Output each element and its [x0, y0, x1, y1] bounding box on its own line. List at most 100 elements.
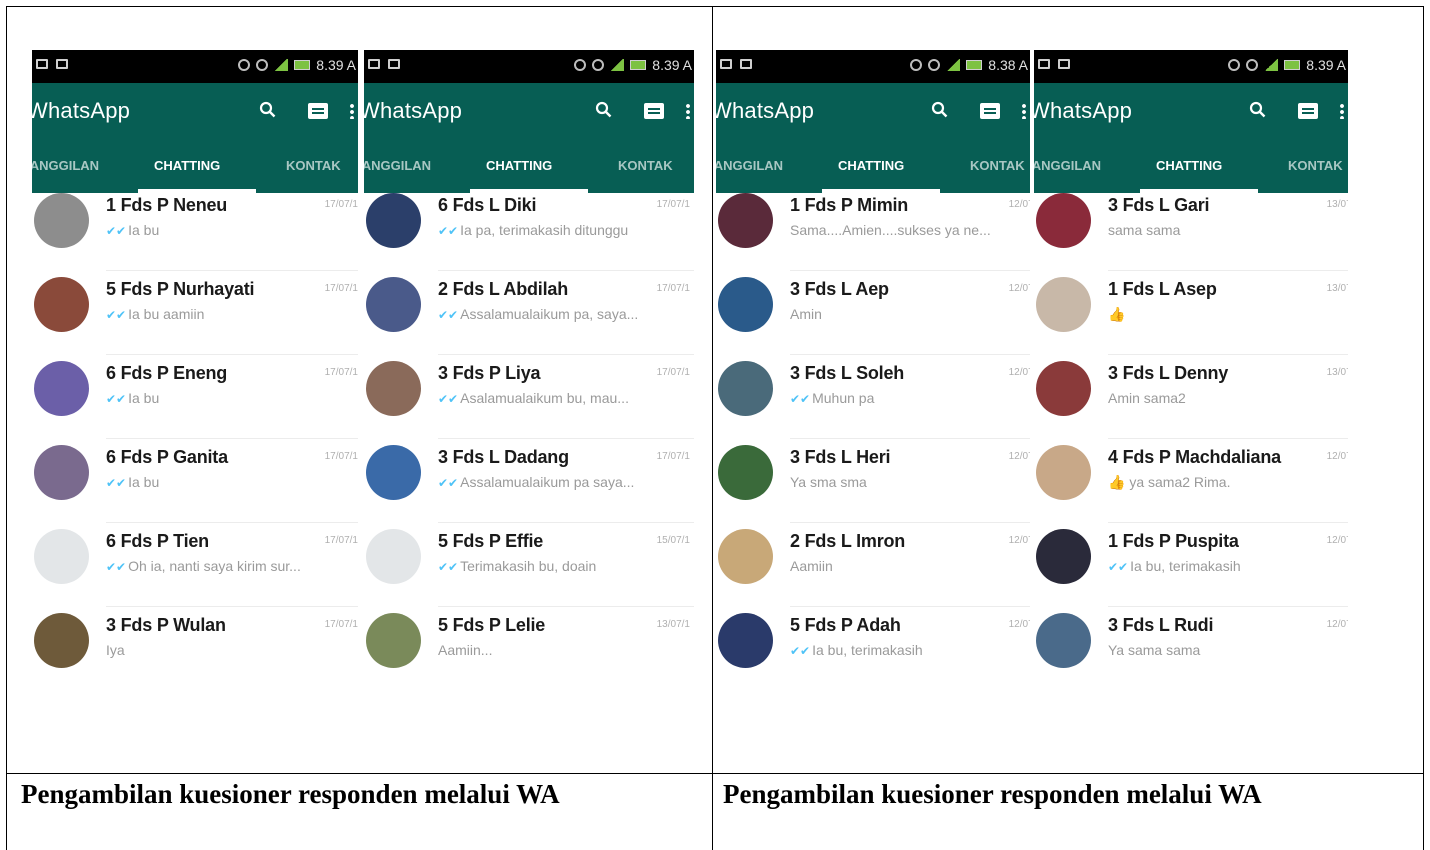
avatar[interactable] — [1036, 193, 1091, 248]
notification-icon — [720, 59, 732, 69]
chat-list-item[interactable]: 5 Fds P Nurhayati 17/07/1 ✔✔ Ia bu aamiin — [32, 271, 358, 355]
chat-list-item[interactable]: 1 Fds L Asep 13/07/1 👍 — [1034, 271, 1348, 355]
chat-list-item[interactable]: 5 Fds P Adah 12/07/1 ✔✔Ia bu, terimakasi… — [716, 607, 1030, 682]
double-check-icon: ✔✔ — [438, 560, 459, 574]
vibrate-icon — [574, 59, 587, 71]
chat-list-item[interactable]: 6 Fds P Tien 17/07/1 ✔✔ Oh ia, nanti saya… — [32, 523, 358, 607]
chat-list-item[interactable]: 3 Fds L Soleh 12/07/1 ✔✔Muhun pa — [716, 355, 1030, 439]
avatar[interactable] — [718, 613, 773, 668]
chat-list-item[interactable]: 3 Fds L Aep 12/07/1 Amin — [716, 271, 1030, 355]
tab-contacts[interactable]: KONTAK — [286, 158, 341, 173]
tab-contacts[interactable]: KONTAK — [618, 158, 673, 173]
new-chat-icon[interactable] — [980, 103, 1000, 119]
avatar[interactable] — [366, 193, 421, 248]
tab-calls[interactable]: PANGGILAN — [32, 158, 99, 173]
chat-name: 4 Fds P Machdaliana — [1108, 447, 1281, 467]
chat-list-item[interactable]: 3 Fds L Dadang 17/07/1 ✔✔ Assalamualaikum… — [364, 439, 694, 523]
search-icon[interactable] — [259, 101, 276, 118]
chat-name: 2 Fds L Abdilah — [438, 279, 569, 299]
avatar[interactable] — [718, 193, 773, 248]
chat-list-item[interactable]: 6 Fds P Ganita 17/07/1 ✔✔ Ia bu — [32, 439, 358, 523]
tab-chats[interactable]: CHATTING — [1156, 158, 1222, 173]
tab-bar: PANGGILAN CHATTING KONTAK — [1034, 143, 1348, 193]
avatar[interactable] — [366, 529, 421, 584]
chat-list-item[interactable]: 4 Fds P Machdaliana 12/07/1 👍 ya sama2 R… — [1034, 439, 1348, 523]
avatar[interactable] — [34, 613, 89, 668]
avatar[interactable] — [718, 277, 773, 332]
chat-list-item[interactable]: 3 Fds L Denny 13/07/1 Amin sama2 — [1034, 355, 1348, 439]
status-bar: 8.39 A — [32, 50, 358, 83]
tab-contacts[interactable]: KONTAK — [970, 158, 1025, 173]
alarm-icon — [256, 59, 269, 71]
chat-list-item[interactable]: 3 Fds L Gari 13/07/1 sama sama — [1034, 187, 1348, 271]
avatar[interactable] — [34, 445, 89, 500]
chat-preview-text: Amin sama2 — [1108, 390, 1186, 406]
chat-list-item[interactable]: 3 Fds P Wulan 17/07/1 Iya — [32, 607, 358, 682]
more-options-icon[interactable] — [1022, 103, 1026, 119]
chat-list-item[interactable]: 2 Fds L Imron 12/07/1 Aamiin — [716, 523, 1030, 607]
chat-list-item[interactable]: 6 Fds P Eneng 17/07/1 ✔✔ Ia bu — [32, 355, 358, 439]
chat-preview-text: Ia bu, terimakasih — [1130, 558, 1241, 574]
tab-calls[interactable]: PANGGILAN — [1034, 158, 1101, 173]
avatar[interactable] — [366, 445, 421, 500]
double-check-icon: ✔✔ — [106, 476, 127, 490]
tab-chats[interactable]: CHATTING — [486, 158, 552, 173]
avatar[interactable] — [718, 529, 773, 584]
avatar[interactable] — [718, 445, 773, 500]
chat-list-item[interactable]: 3 Fds L Rudi 12/07/1 Ya sama sama — [1034, 607, 1348, 682]
new-chat-icon[interactable] — [308, 103, 328, 119]
chat-list-item[interactable]: 1 Fds P Puspita 12/07/1 ✔✔Ia bu, terimak… — [1034, 523, 1348, 607]
chat-date: 12/07/1 — [1326, 619, 1348, 630]
avatar[interactable] — [34, 277, 89, 332]
notification-icons — [36, 59, 68, 69]
chat-list-item[interactable]: 6 Fds L Diki 17/07/1 ✔✔ Ia pa, terimakasi… — [364, 187, 694, 271]
notification-icon — [36, 59, 48, 69]
table-row-divider — [7, 773, 1423, 774]
avatar[interactable] — [34, 529, 89, 584]
chat-date: 17/07/1 — [656, 367, 690, 378]
new-chat-icon[interactable] — [1298, 103, 1318, 119]
tab-calls[interactable]: PANGGILAN — [716, 158, 783, 173]
more-options-icon[interactable] — [350, 103, 354, 119]
avatar[interactable] — [34, 193, 89, 248]
chat-list-item[interactable]: 1 Fds P Mimin 12/07/1 Sama....Amien....s… — [716, 187, 1030, 271]
more-options-icon[interactable] — [686, 103, 690, 119]
chat-preview-text: sama sama — [1108, 222, 1181, 238]
app-title: WhatsApp — [364, 98, 463, 123]
chat-list-item[interactable]: 5 Fds P Effie 15/07/1 ✔✔ Terimakasih bu, … — [364, 523, 694, 607]
tab-calls[interactable]: PANGGILAN — [364, 158, 431, 173]
vibrate-icon — [910, 59, 923, 71]
search-icon[interactable] — [931, 101, 948, 118]
chat-preview: Ya sma sma — [790, 474, 1030, 490]
avatar[interactable] — [366, 613, 421, 668]
avatar[interactable] — [1036, 613, 1091, 668]
more-options-icon[interactable] — [1340, 103, 1344, 119]
status-time: 8.39 A — [1306, 57, 1346, 73]
chat-list-item[interactable]: 2 Fds L Abdilah 17/07/1 ✔✔ Assalamualaiku… — [364, 271, 694, 355]
avatar[interactable] — [1036, 445, 1091, 500]
alarm-icon — [1246, 59, 1259, 71]
avatar[interactable] — [718, 361, 773, 416]
message-icon — [1058, 59, 1070, 69]
avatar[interactable] — [1036, 361, 1091, 416]
chat-list-item[interactable]: 1 Fds P Neneu 17/07/1 ✔✔ Ia bu — [32, 187, 358, 271]
search-icon[interactable] — [595, 101, 612, 118]
tab-chats[interactable]: CHATTING — [838, 158, 904, 173]
chat-list-item[interactable]: 5 Fds P Lelie 13/07/1 Aamiin... — [364, 607, 694, 682]
double-check-icon: ✔✔ — [438, 224, 459, 238]
avatar[interactable] — [1036, 277, 1091, 332]
chat-list-item[interactable]: 3 Fds L Heri 12/07/1 Ya sma sma — [716, 439, 1030, 523]
search-icon[interactable] — [1249, 101, 1266, 118]
new-chat-icon[interactable] — [644, 103, 664, 119]
chat-date: 17/07/1 — [324, 535, 358, 546]
avatar[interactable] — [366, 277, 421, 332]
chat-list-item[interactable]: 3 Fds P Liya 17/07/1 ✔✔ Asalamualaikum bu… — [364, 355, 694, 439]
tab-contacts[interactable]: KONTAK — [1288, 158, 1343, 173]
chat-preview-text: Ia bu — [128, 390, 160, 406]
avatar[interactable] — [1036, 529, 1091, 584]
chat-date: 17/07/1 — [324, 367, 358, 378]
avatar[interactable] — [34, 361, 89, 416]
tab-chats[interactable]: CHATTING — [154, 158, 220, 173]
avatar[interactable] — [366, 361, 421, 416]
status-time: 8.39 A — [316, 57, 356, 73]
